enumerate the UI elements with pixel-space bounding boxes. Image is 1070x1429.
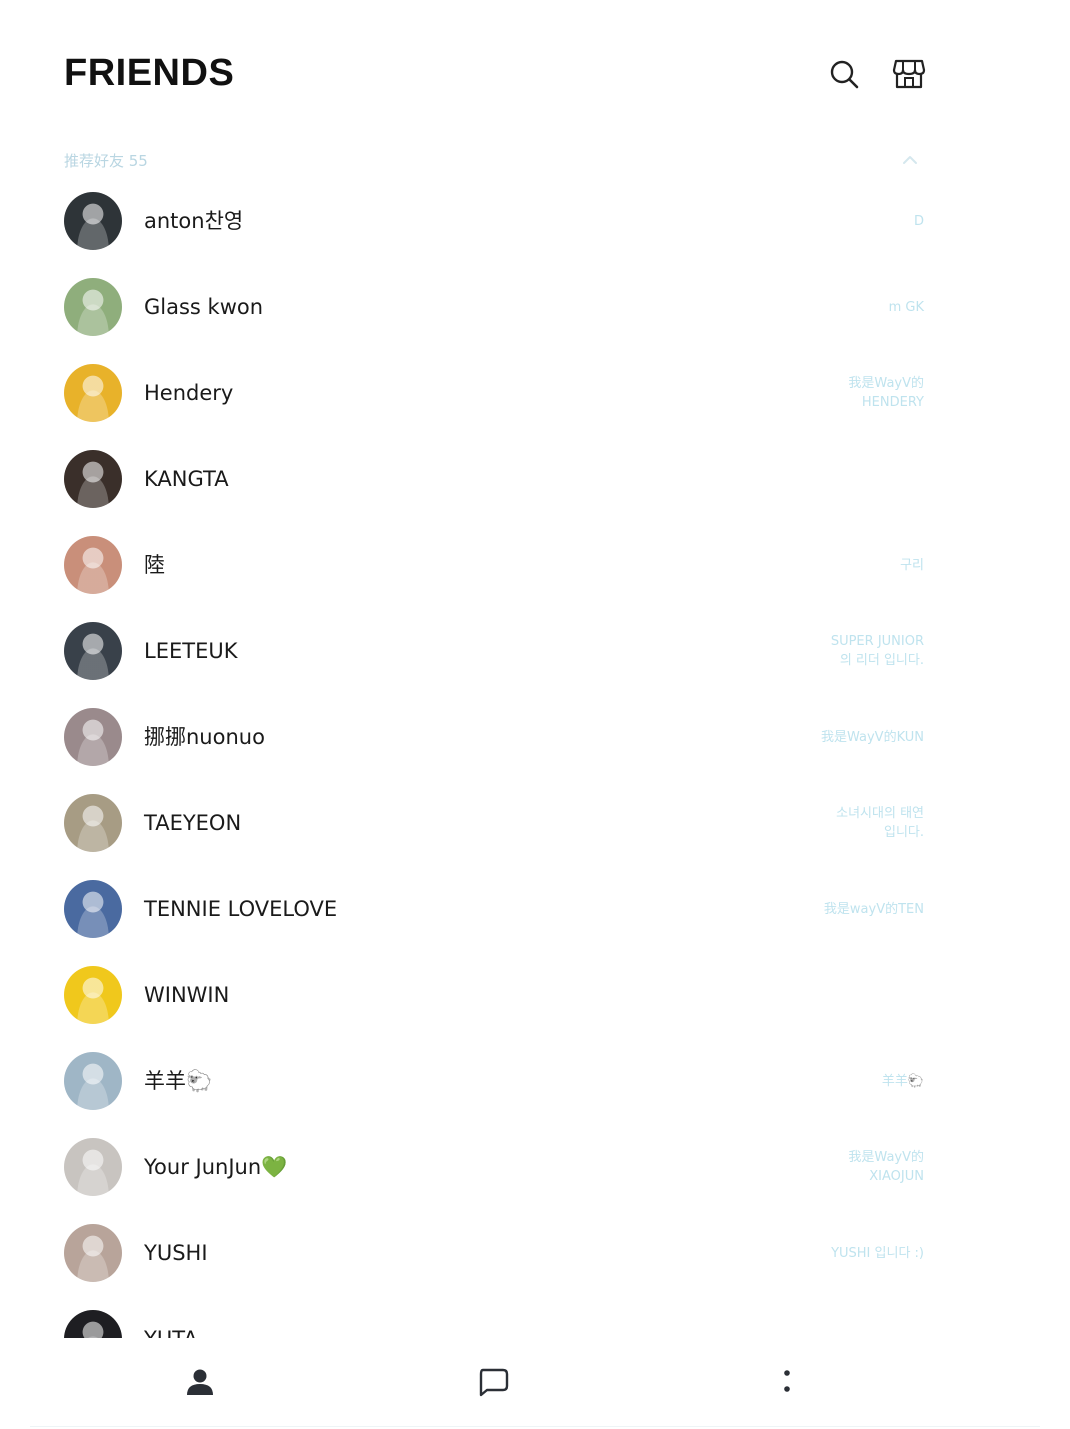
- app-header: FRIENDS: [0, 0, 1070, 130]
- person-icon: [187, 1369, 213, 1395]
- bottom-navigation: [0, 1338, 1070, 1429]
- friend-row[interactable]: TENNIE LOVELOVE 我是wayV的TEN: [64, 866, 924, 952]
- status-message: m GK: [888, 299, 924, 315]
- avatar[interactable]: [64, 364, 122, 422]
- more-dots-icon: [784, 1370, 790, 1392]
- page-title: FRIENDS: [64, 52, 235, 94]
- chevron-up-icon: [903, 156, 917, 164]
- avatar[interactable]: [64, 622, 122, 680]
- status-message: 구리: [900, 557, 924, 573]
- status-message: [664, 436, 924, 522]
- status-message: [664, 952, 924, 1038]
- friend-name: 羊羊🐑: [144, 1069, 213, 1093]
- friend-row[interactable]: YUTA: [64, 1296, 924, 1338]
- status-message: 我是wayV的TEN: [823, 901, 924, 917]
- avatar[interactable]: [64, 1224, 122, 1282]
- friend-row[interactable]: 羊羊🐑 羊羊🐑: [64, 1038, 924, 1124]
- avatar[interactable]: [64, 1310, 122, 1338]
- friend-name: 陸: [144, 553, 165, 577]
- friend-name: Glass kwon: [144, 295, 264, 319]
- status-message: YUSHI 입니다 :): [831, 1245, 924, 1261]
- recommended-friends-section-header[interactable]: 推荐好友 55: [64, 148, 924, 174]
- avatar[interactable]: [64, 536, 122, 594]
- friend-name: KANGTA: [144, 467, 229, 491]
- status-message: D: [913, 213, 924, 229]
- avatar[interactable]: [64, 708, 122, 766]
- bottom-divider: [30, 1426, 1040, 1427]
- friend-name: Hendery: [144, 381, 234, 405]
- status-message: SUPER JUNIOR 의 리더 입니다.: [830, 634, 924, 668]
- friend-name: YUSHI: [144, 1241, 208, 1265]
- friend-row[interactable]: LEETEUK SUPER JUNIOR 의 리더 입니다.: [64, 608, 924, 694]
- friend-name: 挪挪nuonuo: [144, 725, 265, 749]
- friend-name: YUTA: [144, 1296, 198, 1338]
- search-icon: [830, 60, 859, 89]
- friend-row[interactable]: KANGTA: [64, 436, 924, 522]
- avatar[interactable]: [64, 192, 122, 250]
- friend-row[interactable]: Your JunJun💚 我是WayV的 XIAOJUN: [64, 1124, 924, 1210]
- friend-row[interactable]: 陸 구리: [64, 522, 924, 608]
- friend-name: WINWIN: [144, 983, 230, 1007]
- status-message: 소녀시대의 태연 입니다.: [836, 806, 924, 840]
- friend-row[interactable]: Hendery 我是WayV的 HENDERY: [64, 350, 924, 436]
- avatar[interactable]: [64, 794, 122, 852]
- status-message: 我是WayV的KUN: [821, 729, 924, 745]
- shop-button[interactable]: [889, 54, 929, 94]
- status-message: 羊羊🐑: [881, 1073, 924, 1089]
- status-message: 我是WayV的 XIAOJUN: [848, 1150, 924, 1184]
- avatar[interactable]: [64, 1052, 122, 1110]
- friend-row[interactable]: TAEYEON 소녀시대의 태연 입니다.: [64, 780, 924, 866]
- shop-icon: [892, 59, 926, 89]
- friend-name: anton찬영: [144, 209, 244, 233]
- friend-row[interactable]: WINWIN: [64, 952, 924, 1038]
- avatar[interactable]: [64, 966, 122, 1024]
- friend-name: TENNIE LOVELOVE: [144, 897, 338, 921]
- avatar[interactable]: [64, 450, 122, 508]
- friend-row[interactable]: YUSHI YUSHI 입니다 :): [64, 1210, 924, 1296]
- friend-row[interactable]: anton찬영 D: [64, 178, 924, 264]
- nav-more-button[interactable]: [765, 1360, 809, 1404]
- search-button[interactable]: [824, 54, 864, 94]
- chat-bubble-icon: [479, 1368, 509, 1397]
- avatar[interactable]: [64, 278, 122, 336]
- status-message: [664, 1296, 924, 1338]
- friend-name: LEETEUK: [144, 639, 238, 663]
- friend-name: TAEYEON: [144, 811, 242, 835]
- friend-name: Your JunJun💚: [144, 1155, 288, 1179]
- avatar[interactable]: [64, 1138, 122, 1196]
- friend-row[interactable]: 挪挪nuonuo 我是WayV的KUN: [64, 694, 924, 780]
- nav-friends-button[interactable]: [178, 1360, 222, 1404]
- friend-row[interactable]: Glass kwon m GK: [64, 264, 924, 350]
- section-label: 推荐好友 55: [64, 152, 148, 170]
- status-message: 我是WayV的 HENDERY: [848, 376, 924, 410]
- nav-chats-button[interactable]: [471, 1360, 515, 1404]
- avatar[interactable]: [64, 880, 122, 938]
- friends-list[interactable]: anton찬영 D Glass kwon m GK Hendery 我是WayV的 HEN…: [0, 178, 1070, 1338]
